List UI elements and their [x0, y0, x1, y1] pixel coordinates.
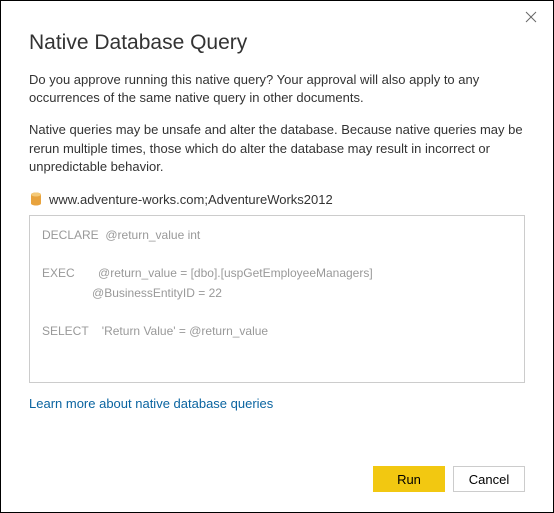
approval-text: Do you approve running this native query… — [29, 71, 525, 107]
warning-text: Native queries may be unsafe and alter t… — [29, 121, 525, 176]
dialog-title: Native Database Query — [29, 31, 525, 55]
spacer — [29, 413, 525, 450]
close-button[interactable] — [521, 9, 541, 29]
connection-row: www.adventure-works.com;AdventureWorks20… — [29, 192, 525, 207]
learn-more-row: Learn more about native database queries — [29, 395, 525, 413]
native-database-query-dialog: Native Database Query Do you approve run… — [1, 1, 553, 512]
cancel-button[interactable]: Cancel — [453, 466, 525, 492]
connection-string: www.adventure-works.com;AdventureWorks20… — [49, 192, 333, 207]
run-button[interactable]: Run — [373, 466, 445, 492]
database-icon — [29, 192, 43, 206]
close-icon — [525, 11, 537, 23]
button-row: Run Cancel — [29, 466, 525, 492]
query-preview: DECLARE @return_value int EXEC @return_v… — [29, 215, 525, 383]
learn-more-link[interactable]: Learn more about native database queries — [29, 396, 273, 411]
